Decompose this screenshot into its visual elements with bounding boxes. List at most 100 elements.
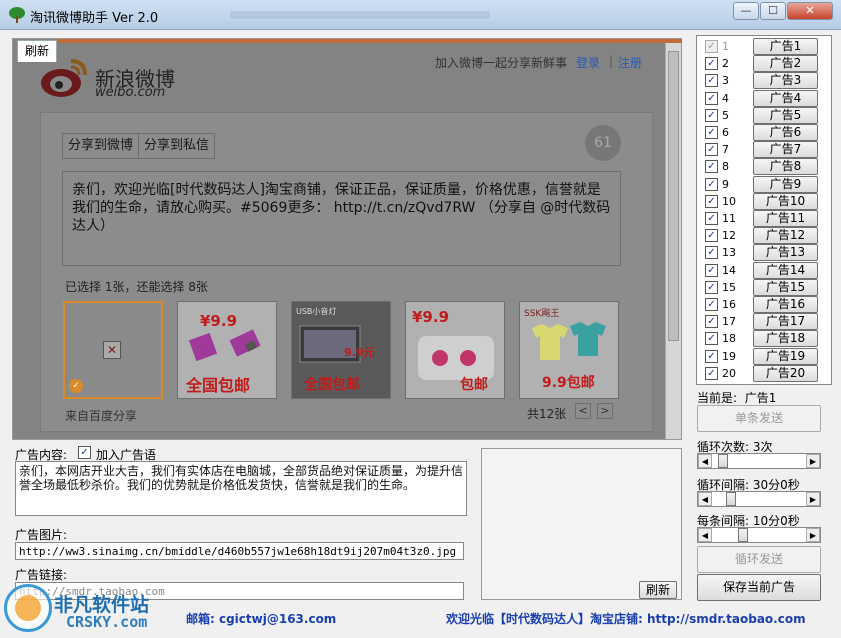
ad-checkbox[interactable]: ✓: [705, 298, 718, 311]
save-current-ad-button[interactable]: 保存当前广告: [697, 574, 821, 601]
ad-select-button[interactable]: 广告13: [753, 244, 818, 262]
ad-select-button[interactable]: 广告15: [753, 278, 818, 296]
ad-list-row: ✓ 12 广告12: [697, 227, 831, 245]
ad-list-row: ✓ 1 广告1: [697, 38, 831, 55]
slider-right-arrow-icon[interactable]: ▶: [806, 492, 820, 506]
ad-checkbox[interactable]: ✓: [705, 194, 718, 208]
slider-right-arrow-icon[interactable]: ▶: [806, 528, 820, 542]
ad-select-button[interactable]: 广告18: [753, 330, 818, 348]
login-link[interactable]: 登录: [576, 54, 600, 71]
ad-list-row: ✓ 10 广告10: [697, 192, 831, 210]
refresh-button[interactable]: 刷新: [639, 581, 677, 599]
usb-drive-icon: [188, 329, 261, 362]
ad-checkbox[interactable]: ✓: [705, 160, 718, 174]
ad-number: 2: [722, 57, 729, 71]
ad-select-button[interactable]: 广告5: [753, 106, 818, 124]
ad-select-button[interactable]: 广告17: [753, 313, 818, 331]
ad-list-row: ✓ 13 广告13: [697, 244, 831, 262]
footer-email: 邮箱: cgictwj@163.com: [186, 612, 337, 626]
slider-left-arrow-icon[interactable]: ◀: [698, 528, 712, 542]
ad-checkbox[interactable]: ✓: [705, 332, 718, 346]
ad-checkbox[interactable]: ✓: [705, 229, 718, 243]
thumbnail-promo: 包邮: [460, 377, 488, 393]
weibo-browser-panel[interactable]: 新浪微博 weibo.com 加入微博一起分享新鲜事 登录 | 注册 分享到微博…: [12, 38, 682, 440]
ad-list-row: ✓ 4 广告4: [697, 89, 831, 107]
ad-select-button[interactable]: 广告3: [753, 72, 818, 90]
selected-check-icon: ✓: [69, 379, 83, 393]
thumbnail-2[interactable]: ¥9.9 全国包邮: [177, 301, 277, 399]
ad-checkbox[interactable]: ✓: [705, 315, 718, 329]
ad-select-button[interactable]: 广告8: [753, 158, 818, 176]
close-button[interactable]: ✕: [787, 2, 833, 20]
ad-select-button[interactable]: 广告12: [753, 227, 818, 245]
ad-select-button[interactable]: 广告11: [753, 210, 818, 227]
ad-checkbox[interactable]: ✓: [705, 212, 718, 225]
ad-checkbox[interactable]: ✓: [705, 143, 718, 157]
ad-content-textarea[interactable]: 亲们，本网店开业大吉，我们有实体店在电脑城，全部货品绝对保证质量，为提升信誉全场…: [15, 461, 467, 516]
from-baidu-text: 来自百度分享: [65, 409, 138, 423]
ad-checkbox[interactable]: ✓: [705, 40, 718, 53]
ad-checkbox[interactable]: ✓: [705, 263, 718, 277]
ad-list-row: ✓ 5 广告5: [697, 106, 831, 124]
share-message-textarea[interactable]: 亲们，欢迎光临[时代数码达人]淘宝商铺，保证正品，保证质量，价格优惠，信誉就是我…: [62, 171, 621, 266]
thumbnail-1[interactable]: ✕ ✓: [63, 301, 163, 399]
ad-number: 9: [722, 177, 729, 191]
thumbnail-caption: USB小音灯: [296, 307, 337, 316]
scrollbar-thumb[interactable]: [668, 51, 679, 341]
register-link[interactable]: 注册: [618, 54, 642, 71]
tab-share-private[interactable]: 分享到私信: [138, 134, 214, 158]
loop-count-slider[interactable]: ◀ ▶: [697, 453, 821, 469]
loop-send-button[interactable]: 循环发送: [697, 546, 821, 573]
tab-share-weibo[interactable]: 分享到微博: [63, 134, 138, 158]
slider-knob[interactable]: [718, 454, 728, 468]
ad-checkbox[interactable]: ✓: [705, 57, 718, 71]
minimize-button[interactable]: —: [733, 2, 759, 20]
add-ad-checkbox[interactable]: ✓: [78, 446, 91, 459]
ad-checkbox[interactable]: ✓: [705, 349, 718, 363]
ad-checkbox[interactable]: ✓: [705, 366, 718, 380]
single-send-button[interactable]: 单条发送: [697, 405, 821, 432]
ad-select-button[interactable]: 广告4: [753, 89, 818, 107]
current-ad-value: 广告1: [744, 391, 777, 405]
ad-checkbox[interactable]: ✓: [705, 108, 718, 122]
ad-list-row: ✓ 11 广告11: [697, 210, 831, 227]
ad-number: 14: [722, 263, 736, 277]
slider-knob[interactable]: [726, 492, 736, 506]
loop-interval-slider[interactable]: ◀ ▶: [697, 491, 821, 507]
ad-checkbox[interactable]: ✓: [705, 246, 718, 260]
thumbnail-5[interactable]: SSK飚王 9.9包邮: [519, 301, 619, 399]
ad-select-button[interactable]: 广告14: [753, 261, 818, 279]
ad-number: 7: [722, 143, 729, 157]
ad-checkbox[interactable]: ✓: [705, 91, 718, 105]
share-tabs: 分享到微博 分享到私信: [62, 133, 216, 159]
thumbnail-3[interactable]: USB小音灯 9.9元 全国包邮: [291, 301, 391, 399]
ad-checkbox[interactable]: ✓: [705, 280, 718, 294]
footer-welcome[interactable]: 欢迎光临【时代数码达人】淘宝店铺: http://smdr.taobao.com: [446, 610, 806, 627]
slider-right-arrow-icon[interactable]: ▶: [806, 454, 820, 468]
next-page-button[interactable]: >: [597, 403, 613, 419]
ad-list-row: ✓ 20 广告20: [697, 364, 831, 382]
each-interval-slider[interactable]: ◀ ▶: [697, 527, 821, 543]
ad-select-button[interactable]: 广告6: [753, 124, 818, 141]
ad-number: 15: [722, 280, 736, 294]
ad-select-button[interactable]: 广告1: [753, 38, 818, 55]
maximize-button[interactable]: ☐: [760, 2, 786, 20]
slider-left-arrow-icon[interactable]: ◀: [698, 454, 712, 468]
slider-left-arrow-icon[interactable]: ◀: [698, 492, 712, 506]
ad-select-button[interactable]: 广告10: [753, 192, 818, 210]
ad-checkbox[interactable]: ✓: [705, 74, 718, 88]
ad-select-button[interactable]: 广告7: [753, 141, 818, 159]
ad-select-button[interactable]: 广告9: [753, 175, 818, 193]
tab-refresh[interactable]: 刷新: [17, 40, 57, 62]
ad-select-button[interactable]: 广告19: [753, 347, 818, 365]
thumbnail-4[interactable]: ¥9.9 包邮: [405, 301, 505, 399]
ad-select-button[interactable]: 广告20: [753, 364, 818, 382]
ad-checkbox[interactable]: ✓: [705, 126, 718, 139]
browser-scrollbar[interactable]: [665, 43, 681, 439]
ad-image-input[interactable]: http://ww3.sinaimg.cn/bmiddle/d460b557jw…: [15, 542, 464, 560]
prev-page-button[interactable]: <: [575, 403, 591, 419]
ad-checkbox[interactable]: ✓: [705, 177, 718, 191]
slider-knob[interactable]: [738, 528, 748, 542]
ad-select-button[interactable]: 广告16: [753, 296, 818, 313]
ad-select-button[interactable]: 广告2: [753, 55, 818, 73]
